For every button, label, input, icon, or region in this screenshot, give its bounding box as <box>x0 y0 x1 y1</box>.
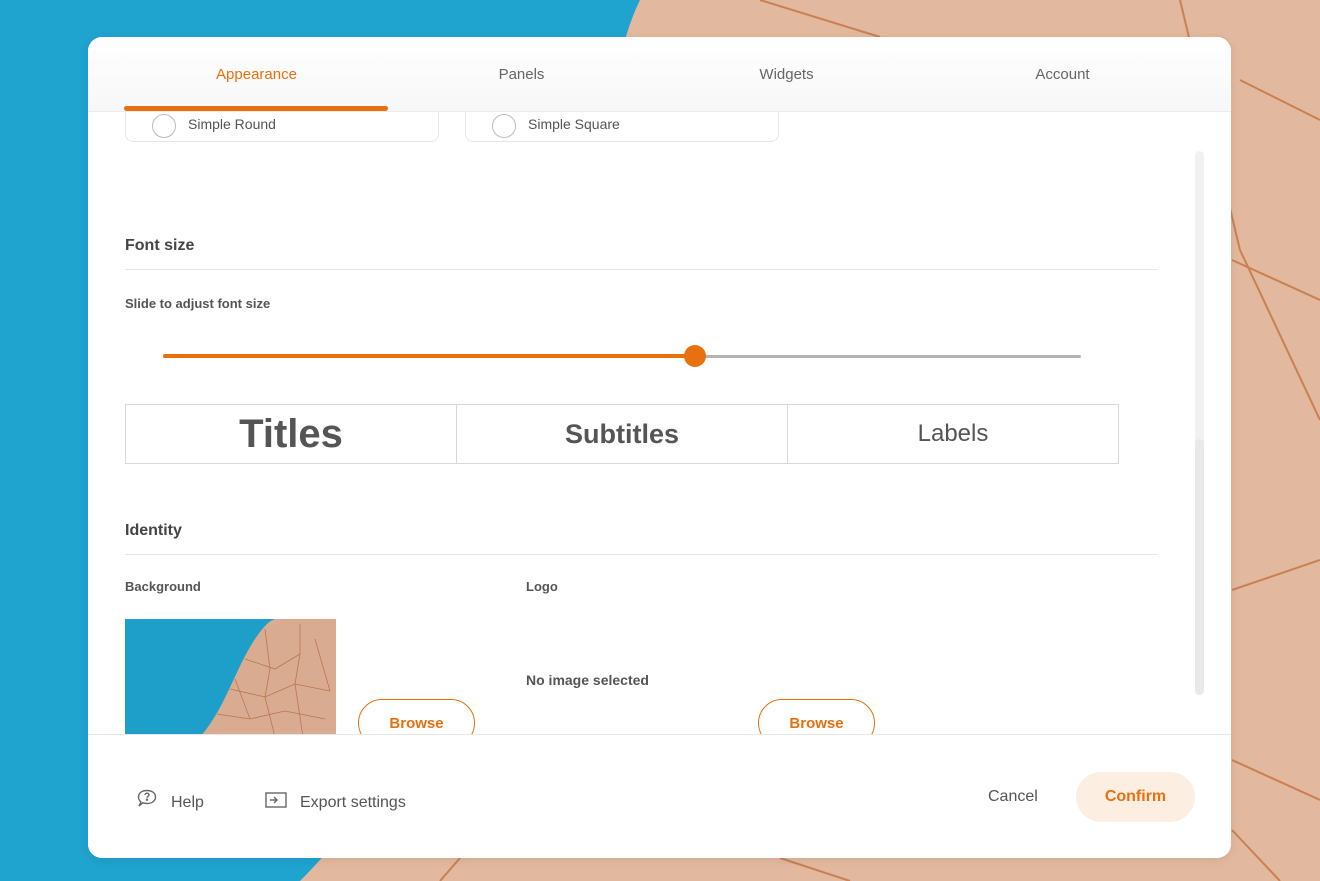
scrollbar-thumb[interactable] <box>1195 439 1204 695</box>
export-label: Export settings <box>300 793 406 811</box>
radio-button[interactable] <box>492 114 516 138</box>
tab-bar: Appearance Panels Widgets Account <box>88 37 1231 112</box>
preview-subtitles: Subtitles <box>456 405 787 463</box>
slider-label: Slide to adjust font size <box>125 296 271 311</box>
shape-option-simple-round[interactable]: Simple Round <box>125 112 439 142</box>
help-bubble-icon <box>135 788 159 817</box>
settings-dialog: Appearance Panels Widgets Account Simple… <box>88 37 1231 858</box>
preview-labels: Labels <box>787 405 1118 463</box>
no-image-text: No image selected <box>526 672 649 688</box>
dialog-footer: Help Export settings Cancel Confirm <box>88 734 1231 858</box>
font-size-heading: Font size <box>125 237 195 254</box>
cancel-button[interactable]: Cancel <box>988 788 1038 806</box>
slider-thumb[interactable] <box>684 345 707 367</box>
tab-widgets[interactable]: Widgets <box>654 37 919 112</box>
tab-appearance[interactable]: Appearance <box>124 37 389 112</box>
shape-option-label: Simple Square <box>528 116 620 132</box>
preview-titles: Titles <box>239 411 343 456</box>
active-tab-indicator <box>124 106 388 111</box>
shape-option-label: Simple Round <box>188 116 276 132</box>
settings-content: Simple Round Simple Square Font size Sli… <box>88 112 1231 734</box>
divider <box>125 269 1157 270</box>
identity-heading: Identity <box>125 522 182 539</box>
confirm-button[interactable]: Confirm <box>1076 772 1195 822</box>
slider-fill <box>163 354 696 358</box>
logo-label: Logo <box>526 579 558 594</box>
font-size-slider[interactable] <box>163 344 1081 368</box>
background-thumbnail <box>125 619 336 734</box>
font-size-preview: Titles Subtitles Labels <box>125 404 1119 464</box>
export-icon <box>264 788 288 817</box>
tab-panels[interactable]: Panels <box>389 37 654 112</box>
help-button[interactable]: Help <box>135 788 204 817</box>
tab-account[interactable]: Account <box>930 37 1195 112</box>
background-label: Background <box>125 579 201 594</box>
help-label: Help <box>171 793 204 811</box>
browse-background-button[interactable]: Browse <box>358 699 475 734</box>
radio-button[interactable] <box>152 114 176 138</box>
shape-option-simple-square[interactable]: Simple Square <box>465 112 779 142</box>
divider <box>125 554 1157 555</box>
export-settings-button[interactable]: Export settings <box>264 788 406 817</box>
browse-logo-button[interactable]: Browse <box>758 699 875 734</box>
scrollbar[interactable] <box>1195 151 1204 695</box>
